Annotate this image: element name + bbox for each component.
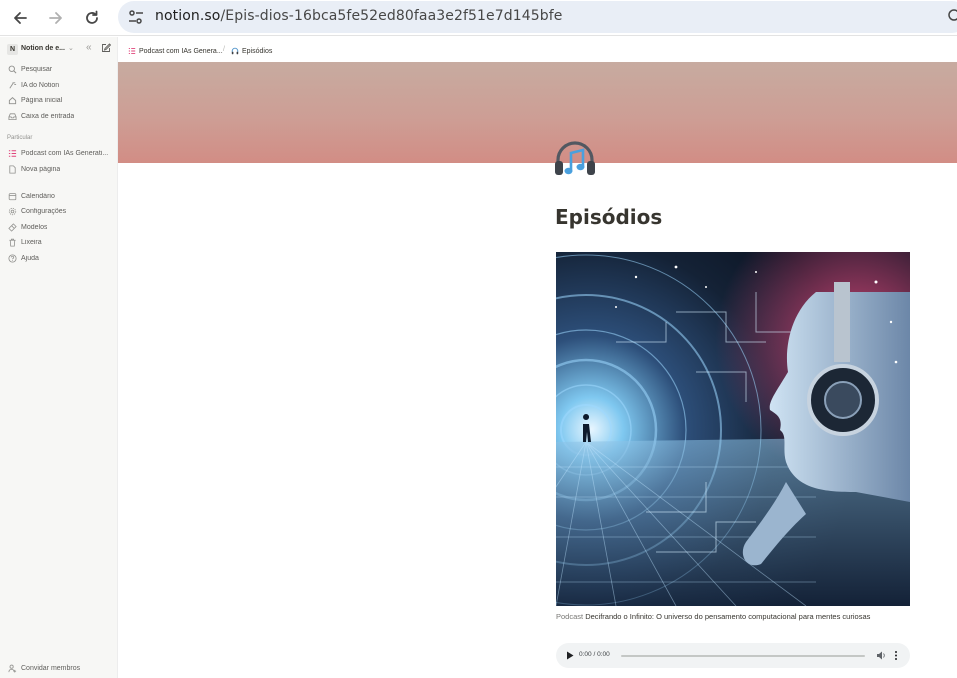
play-icon[interactable] [566, 651, 574, 660]
sidebar-item-settings[interactable]: Configurações [0, 204, 117, 219]
site-settings-icon[interactable] [127, 8, 145, 26]
browser-toolbar: notion.so/Epis-dios-16bca5fe52ed80faa3e2… [0, 0, 957, 36]
volume-icon[interactable] [876, 650, 887, 661]
sidebar-item-label: Podcast com IAs Generati... [21, 150, 109, 157]
sidebar-item-label: Nova página [21, 166, 61, 173]
chevron-down-icon: ⌄ [68, 45, 74, 52]
audio-time: 0:00 / 0:00 [579, 651, 610, 658]
calendar-icon [6, 192, 19, 202]
breadcrumb-separator: / [223, 46, 225, 53]
caption-text: Decifrando o Infinito: O universo do pen… [585, 612, 871, 621]
page-icon [6, 165, 19, 175]
url-text[interactable]: notion.so/Epis-dios-16bca5fe52ed80faa3e2… [155, 8, 563, 24]
url-path: /Epis-dios-16bca5fe52ed80faa3e2f51e7d145… [220, 8, 563, 24]
inbox-icon [6, 112, 19, 122]
list-icon [6, 149, 19, 159]
sidebar-item-label: Lixeira [21, 239, 42, 246]
back-arrow-icon [14, 12, 27, 24]
caption-prefix: Podcast [556, 612, 584, 621]
templates-icon [6, 223, 19, 233]
breadcrumb-current-label: Episódios [242, 47, 273, 55]
search-icon [6, 65, 19, 75]
sidebar-item-label: Caixa de entrada [21, 113, 75, 120]
sidebar-item-label: Configurações [21, 208, 67, 215]
sidebar-item-label: Pesquisar [21, 66, 53, 73]
reload-icon [86, 10, 98, 24]
sidebar-item-calendar[interactable]: Calendário [0, 189, 117, 204]
sidebar-item-label: Calendário [21, 193, 55, 200]
sidebar-item-new-page[interactable]: Nova página [0, 162, 117, 177]
page-title[interactable]: Episódios [555, 205, 662, 229]
forward-button[interactable] [43, 5, 69, 31]
add-person-icon [6, 664, 19, 673]
image-caption: Podcast Decifrando o Infinito: O univers… [556, 612, 870, 621]
workspace-avatar: N [7, 44, 18, 55]
invite-members-button[interactable]: Convidar membros [0, 661, 117, 675]
audio-player: 0:00 / 0:00 [556, 643, 910, 668]
back-button[interactable] [7, 5, 33, 31]
breadcrumb-parent[interactable]: Podcast com IAs Genera... [128, 47, 223, 55]
reload-button[interactable] [79, 5, 105, 31]
sidebar-item-inbox[interactable]: Caixa de entrada [0, 109, 117, 124]
new-page-icon[interactable] [101, 43, 111, 53]
headphones-icon[interactable] [553, 140, 597, 184]
sidebar-item-label: Página inicial [21, 97, 63, 104]
sidebar-item-search[interactable]: Pesquisar [0, 62, 117, 77]
collapse-sidebar-icon[interactable]: « [86, 42, 92, 53]
sidebar-item-podcast[interactable]: Podcast com IAs Generati... [0, 146, 117, 161]
sidebar-item-trash[interactable]: Lixeira [0, 235, 117, 250]
home-icon [6, 96, 19, 106]
sidebar-item-label: Modelos [21, 224, 48, 231]
workspace-switcher[interactable]: N Notion de e... ⌄ « [6, 42, 114, 58]
trash-icon [6, 238, 19, 248]
breadcrumb-parent-label: Podcast com IAs Genera... [139, 47, 223, 55]
workspace-name: Notion de e... [21, 45, 65, 52]
url-host: notion.so [155, 8, 221, 24]
page-cover[interactable] [118, 62, 957, 163]
sidebar-item-label: Ajuda [21, 255, 39, 262]
sidebar-item-templates[interactable]: Modelos [0, 220, 117, 235]
ai-icon [6, 81, 19, 91]
sidebar-item-help[interactable]: Ajuda [0, 251, 117, 266]
sidebar-item-home[interactable]: Página inicial [0, 93, 117, 108]
forward-arrow-icon [49, 12, 62, 24]
help-icon [6, 254, 19, 264]
zoom-icon[interactable] [947, 8, 957, 24]
breadcrumb-current[interactable]: Episódios [231, 47, 272, 55]
sidebar: N Notion de e... ⌄ « Pesquisar IA do Not… [0, 37, 118, 678]
sidebar-item-notion-ai[interactable]: IA do Notion [0, 78, 117, 93]
sidebar-item-label: IA do Notion [21, 82, 60, 89]
audio-progress-slider[interactable] [621, 655, 865, 657]
more-options-icon[interactable] [893, 650, 899, 661]
page-topbar: Podcast com IAs Genera... / Episódios [118, 37, 957, 62]
gear-icon [6, 207, 19, 217]
episode-cover-image[interactable] [556, 252, 910, 606]
headphones-icon [231, 47, 239, 55]
invite-members-label: Convidar membros [21, 664, 81, 672]
list-icon [128, 48, 136, 54]
section-label-private: Particular [7, 135, 33, 141]
